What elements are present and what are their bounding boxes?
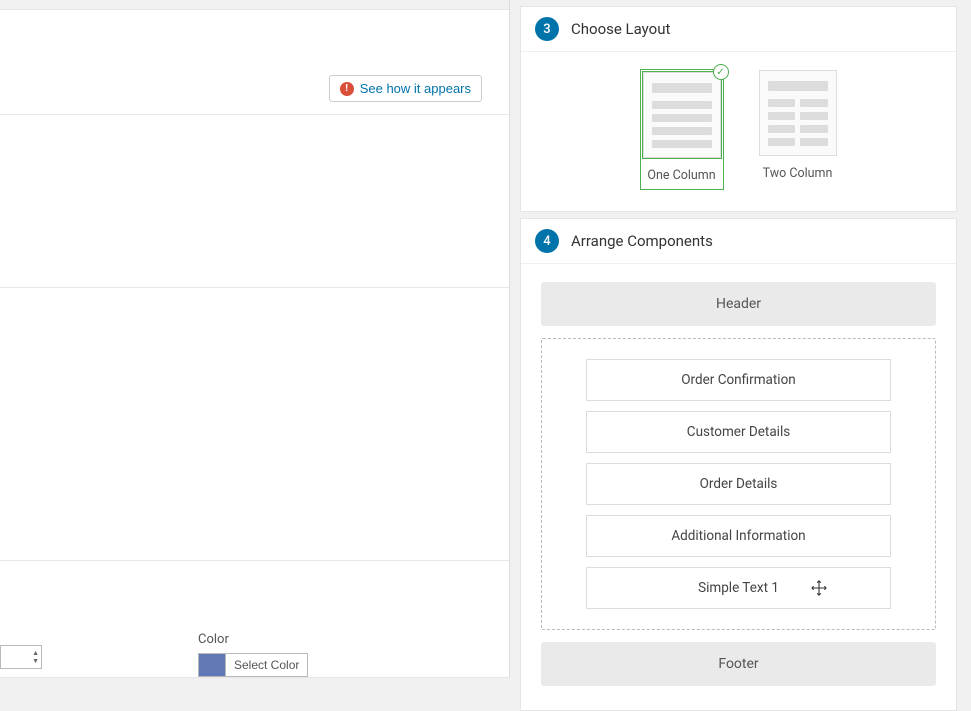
step-title: Choose Layout <box>571 20 670 38</box>
step-header: 3 Choose Layout <box>521 7 956 52</box>
component-simple-text-1[interactable]: Simple Text 1 <box>586 567 891 609</box>
component-order-details[interactable]: Order Details <box>586 463 891 505</box>
layout-option-one-column[interactable]: ✓ One Column <box>641 70 723 189</box>
select-color-button[interactable]: Select Color <box>226 653 308 677</box>
layout-options: ✓ One Column <box>521 52 956 211</box>
alert-icon: ! <box>340 82 354 96</box>
header-block: Header <box>541 282 936 326</box>
number-stepper[interactable]: ▲▼ <box>0 645 42 669</box>
layout-option-two-column[interactable]: Two Column <box>759 70 837 189</box>
layout-label: Two Column <box>759 166 837 181</box>
layout-label: One Column <box>643 168 721 183</box>
left-section-2 <box>0 115 509 288</box>
move-cursor-icon <box>810 579 828 597</box>
step-number-badge: 3 <box>535 17 559 41</box>
see-how-label: See how it appears <box>360 81 471 96</box>
color-picker-group: Color Select Color <box>198 632 308 677</box>
arrange-body: Header Order Confirmation Customer Detai… <box>521 264 956 710</box>
right-panel: 3 Choose Layout ✓ One Column <box>510 0 971 678</box>
footer-block: Footer <box>541 642 936 686</box>
left-section-3 <box>0 288 509 561</box>
component-order-confirmation[interactable]: Order Confirmation <box>586 359 891 401</box>
left-section-1: ! See how it appears <box>0 10 509 115</box>
color-swatch[interactable] <box>198 653 226 677</box>
step-number-badge: 4 <box>535 229 559 253</box>
left-section-4: ▲▼ Color Select Color <box>0 561 509 678</box>
color-label: Color <box>198 632 308 647</box>
step-choose-layout: 3 Choose Layout ✓ One Column <box>520 6 957 212</box>
component-additional-information[interactable]: Additional Information <box>586 515 891 557</box>
app-root: ! See how it appears ▲▼ Color Select Col… <box>0 0 971 678</box>
color-row: Select Color <box>198 653 308 677</box>
left-panel: ! See how it appears ▲▼ Color Select Col… <box>0 0 510 678</box>
step-title: Arrange Components <box>571 232 713 250</box>
see-how-it-appears-button[interactable]: ! See how it appears <box>329 75 482 102</box>
components-drop-zone[interactable]: Order Confirmation Customer Details Orde… <box>541 338 936 630</box>
layout-thumb-two-column <box>759 70 837 156</box>
step-header: 4 Arrange Components <box>521 219 956 264</box>
check-icon: ✓ <box>713 64 729 80</box>
step-arrange-components: 4 Arrange Components Header Order Confir… <box>520 218 957 711</box>
component-label: Simple Text 1 <box>698 580 779 596</box>
left-top-bar <box>0 0 509 10</box>
stepper-arrows-icon: ▲▼ <box>32 650 39 665</box>
layout-thumb-one-column <box>643 72 721 158</box>
component-customer-details[interactable]: Customer Details <box>586 411 891 453</box>
